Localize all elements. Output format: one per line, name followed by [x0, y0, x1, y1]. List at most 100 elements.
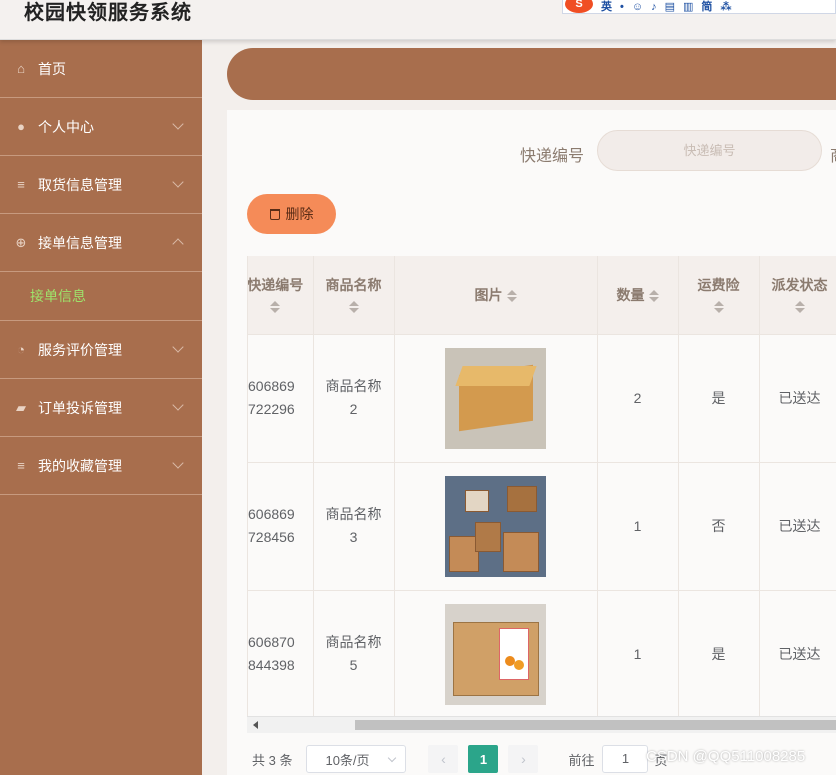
goto-page-input[interactable]: 1 [602, 745, 649, 773]
sogou-logo-icon[interactable]: S [565, 0, 593, 13]
sort-icon[interactable] [270, 300, 281, 313]
tracking-cell: 606869 728456 [248, 462, 314, 591]
status-cell: 已送达 [759, 590, 836, 716]
column-header-name[interactable]: 商品名称 [313, 256, 395, 335]
page-number-current[interactable]: 1 [468, 745, 499, 773]
table-row[interactable]: 606869 722296 商品名称 2 2 是 已送达 [248, 334, 836, 463]
sidebar-item-label: 接单信息管理 [38, 234, 122, 251]
qty-cell: 1 [597, 462, 679, 591]
page-banner [227, 48, 836, 100]
ime-emoji-icon[interactable]: ☺ [632, 1, 643, 12]
sort-icon[interactable] [648, 288, 659, 304]
app-title: 校园快领服务系统 [24, 2, 192, 24]
table-header-row: 快递编号 商品名称 图片 数量 运费险 派发状态 [248, 256, 836, 335]
image-cell [394, 462, 598, 591]
product-name-cell: 商品名称 3 [313, 462, 395, 591]
delete-button[interactable]: 删除 [247, 194, 336, 234]
trash-icon [269, 208, 280, 220]
sidebar-item-favorites[interactable]: ≡ 我的收藏管理 [0, 437, 202, 495]
scroll-left-icon[interactable] [253, 721, 258, 729]
sidebar-item-label: 订单投诉管理 [38, 399, 122, 416]
sidebar-item-label: 个人中心 [38, 118, 94, 135]
sidebar-item-label: 取货信息管理 [38, 176, 122, 193]
ime-skin-icon[interactable]: ▥ [683, 1, 693, 12]
total-count: 共 3 条 [252, 752, 293, 768]
column-header-status[interactable]: 派发状态 [759, 256, 836, 335]
column-header-tracking[interactable]: 快递编号 [248, 256, 314, 335]
chevron-left-icon: ‹ [441, 751, 446, 767]
qty-cell: 2 [597, 334, 679, 463]
insurance-cell: 是 [678, 590, 760, 716]
image-cell [394, 334, 598, 463]
tracking-cell: 606870 844398 [248, 590, 314, 716]
scrollbar-thumb[interactable] [355, 720, 836, 730]
next-page-button[interactable]: › [508, 745, 539, 773]
ime-keyboard-icon[interactable]: ▤ [665, 1, 675, 12]
search-label: 快递编号 [520, 148, 585, 165]
status-cell: 已送达 [759, 334, 836, 463]
column-header-insurance[interactable]: 运费险 [678, 256, 760, 335]
list-icon: ≡ [17, 176, 25, 192]
chevron-down-icon [172, 176, 184, 188]
chevron-right-icon: › [521, 751, 526, 767]
chevron-down-icon [172, 118, 184, 130]
search-label-next: 商 [830, 142, 836, 166]
delete-button-label: 删除 [285, 206, 314, 222]
home-icon: ⌂ [17, 60, 25, 76]
insurance-cell: 是 [678, 334, 760, 463]
sidebar-item-label: 我的收藏管理 [38, 457, 122, 474]
sidebar-item-label: 首页 [38, 60, 66, 77]
insurance-cell: 否 [678, 462, 760, 591]
chevron-up-icon [172, 238, 184, 250]
ime-mode-toggle[interactable]: 英 [601, 1, 612, 12]
cardboard-box-image[interactable] [445, 347, 546, 449]
sidebar-item-reviews[interactable]: ◔ 服务评价管理 [0, 321, 202, 379]
chevron-down-icon [388, 753, 397, 763]
horizontal-scrollbar[interactable] [247, 716, 836, 733]
sidebar-item-pickup[interactable]: ≡ 取货信息管理 [0, 156, 202, 214]
chevron-down-icon [172, 457, 184, 469]
fruit-box-image[interactable] [445, 603, 546, 705]
briefcase-icon: ▰ [16, 399, 26, 415]
column-header-qty[interactable]: 数量 [597, 256, 679, 335]
sort-icon[interactable] [506, 288, 517, 304]
product-name-cell: 商品名称 5 [313, 590, 395, 716]
sidebar-subitem-order-info[interactable]: 接单信息 [0, 272, 202, 321]
tracking-search-input[interactable]: 快递编号 [597, 130, 822, 171]
sidebar-item-orders[interactable]: ⊕ 接单信息管理 [0, 214, 202, 272]
sort-icon[interactable] [348, 300, 359, 313]
sidebar-item-home[interactable]: ⌂ 首页 [0, 40, 202, 98]
parcel-pile-image[interactable] [445, 475, 546, 577]
column-header-image[interactable]: 图片 [394, 256, 598, 335]
chevron-down-icon [172, 341, 184, 353]
sidebar-item-label: 服务评价管理 [38, 341, 122, 358]
sort-icon[interactable] [713, 300, 724, 313]
goto-label: 前往 [568, 752, 595, 768]
page-size-select[interactable]: 10条/页 [306, 745, 407, 773]
image-cell [394, 590, 598, 716]
ime-voice-icon[interactable]: ♪ [651, 1, 657, 12]
status-cell: 已送达 [759, 462, 836, 591]
table-row[interactable]: 606869 728456 商品名称 3 1 否 已送达 [248, 462, 836, 591]
sidebar: ⌂ 首页 ● 个人中心 ≡ 取货信息管理 ⊕ 接单信息管理 接单信息 ◔ 服务评… [0, 40, 202, 775]
table-row[interactable]: 606870 844398 商品名称 5 1 是 已送达 [248, 590, 836, 716]
prev-page-button[interactable]: ‹ [428, 745, 459, 773]
chevron-down-icon [172, 399, 184, 411]
compass-icon: ◔ [17, 341, 25, 357]
tracking-cell: 606869 722296 [248, 334, 314, 463]
user-icon: ● [17, 118, 25, 134]
top-header: 校园快领服务系统 S 英 • ☺ ♪ ▤ ▥ 简 ⁂ [0, 0, 836, 40]
sidebar-item-profile[interactable]: ● 个人中心 [0, 98, 202, 156]
target-icon: ⊕ [15, 234, 27, 250]
sort-icon[interactable] [794, 300, 805, 313]
pagination: 共 3 条 10条/页 ‹ 1 › 前往 1 页 [252, 744, 668, 774]
product-name-cell: 商品名称 2 [313, 334, 395, 463]
ime-tools-icon[interactable]: ⁂ [720, 1, 731, 12]
list-icon: ≡ [17, 457, 25, 473]
ime-toolbar[interactable]: S 英 • ☺ ♪ ▤ ▥ 简 ⁂ [562, 0, 836, 14]
ime-punctuation-icon[interactable]: • [620, 1, 624, 12]
ime-simplified-toggle[interactable]: 简 [701, 1, 712, 12]
sidebar-item-complaints[interactable]: ▰ 订单投诉管理 [0, 379, 202, 437]
data-table: 快递编号 商品名称 图片 数量 运费险 派发状态 606869 722296 商品… [247, 256, 836, 716]
page-size-value: 10条/页 [325, 752, 370, 768]
